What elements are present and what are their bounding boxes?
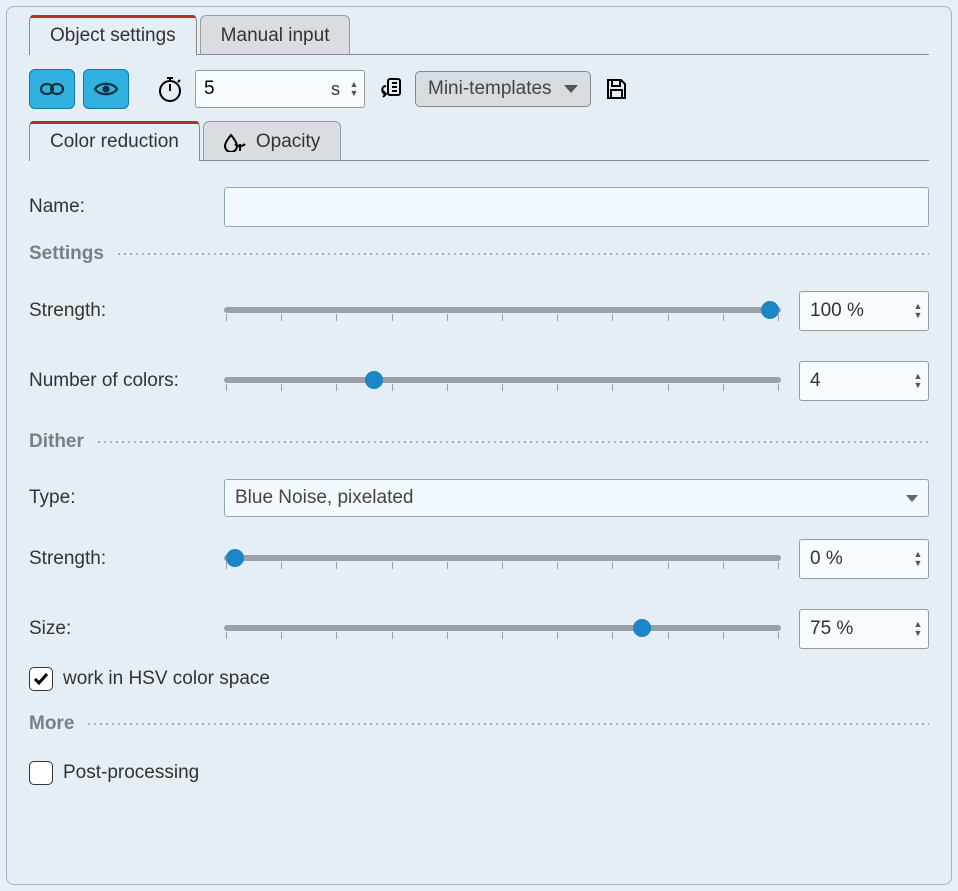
name-row: Name: [29,187,929,227]
section-dither: Dither [29,431,929,453]
colors-row: Number of colors: 4 ▲▼ [29,361,929,401]
section-settings: Settings [29,243,929,265]
size-value: 75 % [810,618,908,640]
colors-value-box[interactable]: 4 ▲▼ [799,361,929,401]
mini-templates-button[interactable]: Mini-templates [415,71,591,107]
section-title: Dither [29,431,96,453]
size-slider[interactable] [224,617,781,641]
post-label: Post-processing [63,762,199,784]
toolbar: s ▲ ▼ Mini-templates [29,69,929,109]
chevron-down-icon [564,85,578,93]
duration-spinner[interactable]: ▲ ▼ [348,80,360,98]
eye-icon [93,80,119,98]
dither-type-row: Type: Blue Noise, pixelated [29,479,929,517]
colors-label: Number of colors: [29,370,224,392]
tab-object-settings[interactable]: Object settings [29,15,197,54]
section-divider [86,723,929,725]
opacity-icon [224,132,248,152]
post-checkbox-row: Post-processing [29,761,929,785]
name-label: Name: [29,196,224,218]
duration-value[interactable] [204,78,264,100]
post-checkbox[interactable] [29,761,53,785]
section-title: Settings [29,243,116,265]
check-icon [33,672,49,686]
name-input[interactable] [224,187,929,227]
tab-label: Color reduction [50,131,179,152]
colors-slider[interactable] [224,369,781,393]
section-divider [96,441,929,443]
dither-type-label: Type: [29,487,224,509]
tab-label: Manual input [221,25,330,46]
chevron-down-icon [906,495,918,502]
colors-value: 4 [810,370,908,392]
tab-color-reduction[interactable]: Color reduction [29,121,200,160]
strength-value-box[interactable]: 100 % ▲▼ [799,291,929,331]
save-icon[interactable] [599,72,633,106]
size-label: Size: [29,618,224,640]
sub-tabs: Color reduction Opacity [29,121,929,161]
mini-templates-label: Mini-templates [428,78,552,100]
eye-icon-button[interactable] [83,69,129,109]
main-tabs: Object settings Manual input [29,15,929,55]
hsv-checkbox[interactable] [29,667,53,691]
hsv-checkbox-row: work in HSV color space [29,667,929,691]
dither-type-value: Blue Noise, pixelated [235,487,414,509]
tab-manual-input[interactable]: Manual input [200,15,351,54]
strength-row: Strength: 100 % ▲▼ [29,291,929,331]
dither-strength-slider[interactable] [224,547,781,571]
spin-down-icon[interactable]: ▼ [912,381,924,390]
spin-down-icon[interactable]: ▼ [912,311,924,320]
section-divider [116,253,929,255]
spin-down-icon[interactable]: ▼ [348,89,360,98]
dither-strength-row: Strength: 0 % ▲▼ [29,539,929,579]
section-title: More [29,713,86,735]
dither-strength-value-box[interactable]: 0 % ▲▼ [799,539,929,579]
duration-input[interactable]: s ▲ ▼ [195,70,365,108]
section-more: More [29,713,929,735]
strength-value: 100 % [810,300,908,322]
apply-template-icon[interactable] [373,72,407,106]
dither-type-select[interactable]: Blue Noise, pixelated [224,479,929,517]
tab-label: Object settings [50,25,176,46]
dither-strength-value: 0 % [810,548,908,570]
spin-down-icon[interactable]: ▼ [912,559,924,568]
size-value-box[interactable]: 75 % ▲▼ [799,609,929,649]
dither-strength-label: Strength: [29,548,224,570]
tab-label: Opacity [256,131,320,153]
strength-slider[interactable] [224,299,781,323]
hsv-label: work in HSV color space [63,668,270,690]
spin-down-icon[interactable]: ▼ [912,629,924,638]
tab-opacity[interactable]: Opacity [203,121,341,160]
duration-unit: s [264,79,344,100]
link-icon [39,80,65,98]
stopwatch-icon [153,72,187,106]
link-icon-button[interactable] [29,69,75,109]
size-row: Size: 75 % ▲▼ [29,609,929,649]
strength-label: Strength: [29,300,224,322]
